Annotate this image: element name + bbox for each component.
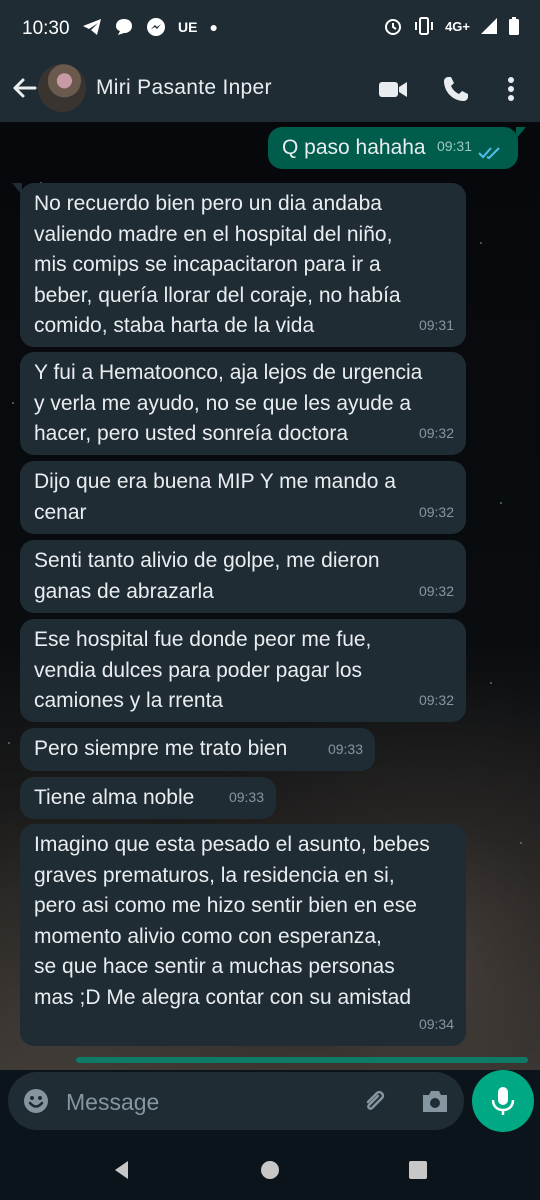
message-time: 09:32: [418, 424, 454, 441]
message-bubble-incoming[interactable]: Senti tanto alivio de golpe, me dieron g…: [20, 540, 466, 613]
message-text: Ese hospital fue donde peor me fue, vend…: [34, 628, 372, 712]
message-time: 09:32: [418, 582, 454, 599]
message-text: Senti tanto alivio de golpe, me dieron g…: [34, 549, 380, 603]
back-arrow-icon[interactable]: [10, 74, 38, 102]
status-bar: 10:30 UE ● 4G+: [0, 0, 540, 56]
message-text: Tiene alma noble: [34, 786, 195, 809]
emoji-icon[interactable]: [22, 1087, 50, 1115]
message-time: 09:33: [327, 740, 363, 757]
message-time: 09:32: [418, 503, 454, 520]
scroll-indicator: [76, 1057, 528, 1063]
camera-icon[interactable]: [420, 1087, 450, 1115]
voice-call-icon[interactable]: [441, 74, 471, 104]
message-bubble-outgoing[interactable]: Q paso hahaha 09:31: [268, 127, 526, 169]
status-right-icons: 4G+: [383, 16, 520, 36]
attach-icon[interactable]: [360, 1086, 390, 1116]
chat-header: Miri Pasante Inper: [0, 56, 540, 122]
back-triangle-icon[interactable]: [110, 1158, 134, 1182]
microphone-icon: [491, 1087, 515, 1115]
carrier-label: UE: [178, 19, 198, 35]
message-text: No recuerdo bien pero un dia andaba vali…: [34, 192, 401, 337]
more-options-icon[interactable]: [496, 74, 526, 104]
message-bubble-incoming[interactable]: Y fui a Hematoonco, aja lejos de urgenci…: [20, 352, 466, 455]
microphone-button[interactable]: [472, 1070, 534, 1132]
network-type: 4G+: [445, 18, 470, 34]
dot-icon: ●: [209, 19, 218, 35]
message-text: Imagino que esta pesado el asunto, bebes…: [34, 833, 430, 1009]
message-bubble-incoming[interactable]: Pero siempre me trato bien 09:33: [20, 728, 375, 771]
home-circle-icon[interactable]: [258, 1158, 282, 1182]
telegram-icon: [83, 19, 101, 35]
alarm-icon: [385, 19, 402, 35]
message-time: 09:31: [418, 316, 454, 333]
message-text: Y fui a Hematoonco, aja lejos de urgenci…: [34, 361, 423, 445]
battery-icon: [509, 17, 519, 35]
message-composer: [8, 1072, 464, 1130]
video-call-icon[interactable]: [378, 74, 408, 104]
system-navigation-bar: [0, 1138, 540, 1200]
message-time: 09:31: [436, 137, 472, 154]
message-time: 09:34: [418, 1015, 454, 1032]
message-text: Dijo que era buena MIP Y me mando a cena…: [34, 470, 396, 524]
chat-bubble-icon: [116, 19, 132, 35]
status-time: 10:30: [22, 18, 70, 39]
message-bubble-incoming[interactable]: Dijo que era buena MIP Y me mando a cena…: [20, 461, 466, 534]
recents-square-icon[interactable]: [406, 1158, 430, 1182]
contact-avatar[interactable]: [38, 64, 86, 112]
message-bubble-incoming[interactable]: Imagino que esta pesado el asunto, bebes…: [20, 824, 466, 1046]
vibrate-icon: [415, 17, 434, 35]
message-bubble-incoming[interactable]: Ese hospital fue donde peor me fue, vend…: [20, 619, 466, 722]
notification-icons: UE ●: [82, 17, 218, 37]
message-time: 09:33: [228, 788, 264, 805]
message-text: Pero siempre me trato bien: [34, 737, 288, 760]
contact-name[interactable]: Miri Pasante Inper: [96, 76, 272, 100]
message-input[interactable]: [64, 1082, 348, 1122]
read-receipt-icon: [478, 147, 500, 160]
signal-icon: [481, 18, 497, 34]
message-bubble-incoming[interactable]: No recuerdo bien pero un dia andaba vali…: [12, 183, 466, 347]
messenger-icon: [147, 18, 165, 36]
message-time: 09:32: [418, 691, 454, 708]
message-bubble-incoming[interactable]: Tiene alma noble 09:33: [20, 777, 276, 819]
